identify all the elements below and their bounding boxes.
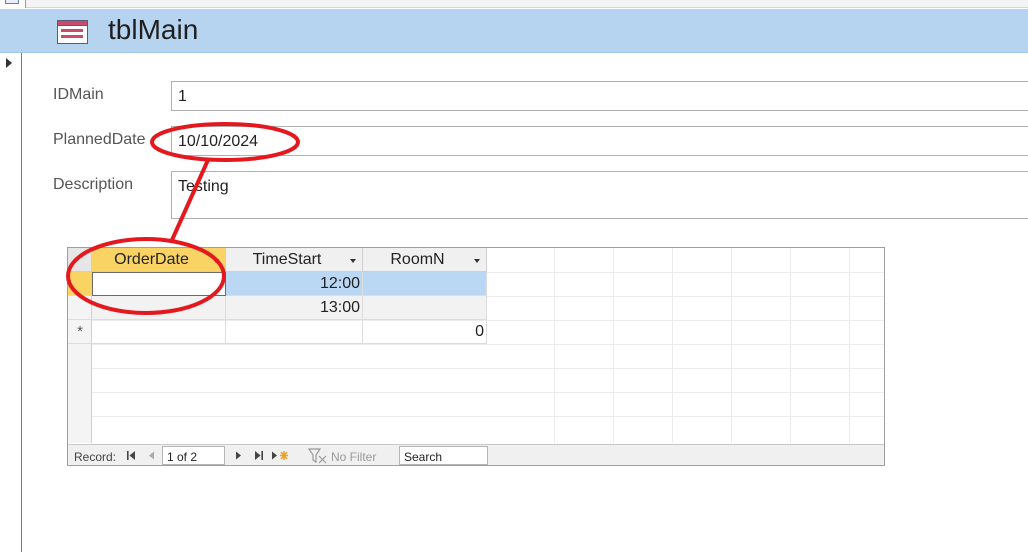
filter-icon[interactable] xyxy=(308,447,328,465)
timestart-cell[interactable]: 12:00 xyxy=(226,272,363,296)
column-header-timestart[interactable]: TimeStart xyxy=(226,248,363,272)
record-navigation-bar: Record: 1 of 2 No Filter Search xyxy=(68,444,884,465)
document-tab-strip xyxy=(0,0,1028,8)
no-filter-label[interactable]: No Filter xyxy=(331,450,376,464)
idmain-label: IDMain xyxy=(53,86,104,103)
dropdown-arrow-icon[interactable] xyxy=(213,259,219,263)
column-header-roomn[interactable]: RoomN xyxy=(363,248,487,272)
column-header-label: OrderDate xyxy=(114,251,189,268)
column-header-label: RoomN xyxy=(390,251,445,268)
select-all-corner[interactable] xyxy=(68,248,92,272)
previous-record-icon[interactable] xyxy=(145,449,157,462)
new-record-icon[interactable] xyxy=(271,449,291,462)
document-tab[interactable] xyxy=(0,0,26,8)
planneddate-field[interactable]: 10/10/2024 xyxy=(171,126,1028,156)
orderdate-new-cell[interactable] xyxy=(92,320,226,344)
current-record-icon xyxy=(6,58,12,68)
dropdown-arrow-icon[interactable] xyxy=(474,259,480,263)
description-label: Description xyxy=(53,176,134,193)
description-field[interactable]: Testing xyxy=(171,171,1028,219)
planneddate-label: PlannedDate xyxy=(53,131,146,148)
roomn-cell[interactable] xyxy=(363,272,487,296)
orders-subform: * OrderDate TimeStart RoomN 12:00 13:00 … xyxy=(67,247,885,466)
row-selector[interactable] xyxy=(68,296,92,320)
column-header-orderdate[interactable]: OrderDate xyxy=(92,248,226,272)
new-record-marker[interactable]: * xyxy=(68,320,92,344)
first-record-icon[interactable] xyxy=(125,449,137,462)
row-selector-current[interactable] xyxy=(68,272,92,296)
orderdate-cell[interactable] xyxy=(92,296,226,320)
next-record-icon[interactable] xyxy=(233,449,245,462)
form-icon xyxy=(57,20,88,44)
search-input[interactable]: Search xyxy=(399,446,488,465)
dropdown-arrow-icon[interactable] xyxy=(350,259,356,263)
timestart-cell[interactable]: 13:00 xyxy=(226,296,363,320)
roomn-cell[interactable] xyxy=(363,296,487,320)
current-record-box[interactable]: 1 of 2 xyxy=(162,446,225,465)
form-header: tblMain xyxy=(0,9,1028,53)
form-title: tblMain xyxy=(108,14,199,45)
roomn-new-cell[interactable]: 0 xyxy=(363,320,487,344)
orderdate-cell[interactable] xyxy=(92,272,226,296)
last-record-icon[interactable] xyxy=(253,449,265,462)
form-tab-icon xyxy=(5,0,19,4)
record-selector[interactable] xyxy=(0,53,22,552)
record-label: Record: xyxy=(74,450,117,464)
idmain-field[interactable]: 1 xyxy=(171,81,1028,111)
column-header-label: TimeStart xyxy=(252,251,322,268)
timestart-new-cell[interactable] xyxy=(226,320,363,344)
